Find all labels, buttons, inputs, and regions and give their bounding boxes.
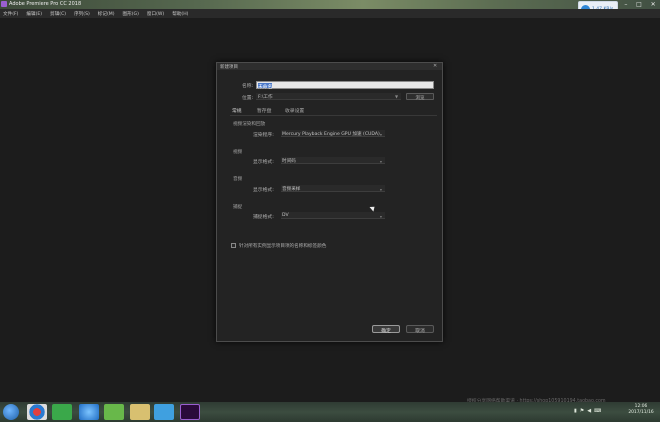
chevron-down-icon: ▾ <box>380 186 382 192</box>
renderer-dropdown[interactable]: Mercury Playback Engine GPU 加速 (CUDA) ▾ <box>281 130 385 137</box>
system-clock[interactable]: 12:06 2017/11/16 <box>626 404 656 416</box>
start-button-icon[interactable] <box>3 404 19 420</box>
minimize-button[interactable]: – <box>624 0 627 9</box>
volume-icon[interactable]: ◀ <box>587 408 591 414</box>
dialog-title: 新建项目 <box>220 65 238 70</box>
chevron-down-icon: ▾ <box>380 158 382 164</box>
location-label: 位置: <box>242 96 254 101</box>
menu-clip[interactable]: 剪辑(C) <box>50 11 66 17</box>
flag-icon[interactable]: ⚑ <box>580 408 584 414</box>
taskbar <box>0 402 660 422</box>
green-app-icon[interactable] <box>52 404 72 420</box>
capture-section-title: 捕捉 <box>233 205 243 210</box>
tab-ingest-settings[interactable]: 收录设置 <box>285 107 304 114</box>
menu-edit[interactable]: 编辑(E) <box>26 11 42 17</box>
premiere-app-icon <box>1 1 7 7</box>
location-dropdown[interactable]: F:\工作 ▼ <box>256 93 401 100</box>
renderer-section-title: 视频渲染和回放 <box>233 122 266 127</box>
project-name-value: 未命名 <box>258 84 273 90</box>
clock-date: 2017/11/16 <box>628 410 654 415</box>
window-title: Adobe Premiere Pro CC 2018 <box>9 1 82 7</box>
input-method-icon[interactable]: ⌨ <box>594 408 601 414</box>
browse-label: 浏览 <box>415 95 425 101</box>
capture-format-dropdown[interactable]: DV ▾ <box>281 212 385 219</box>
system-tray: ▮ ⚑ ◀ ⌨ <box>574 404 624 418</box>
cloud-app-icon[interactable] <box>154 404 174 420</box>
chevron-down-icon: ▼ <box>395 94 399 99</box>
name-label: 名称: <box>242 84 254 89</box>
menu-graphics[interactable]: 图形(G) <box>123 11 139 17</box>
audio-section-title: 音频 <box>233 177 243 182</box>
show-names-checkbox-label: 针对所有实例显示项目项的名称和标签颜色 <box>239 243 327 249</box>
folder-icon[interactable] <box>130 404 150 420</box>
maximize-button[interactable]: □ <box>636 0 642 9</box>
chevron-down-icon: ▾ <box>380 213 382 219</box>
cancel-button[interactable]: 取消 <box>406 325 434 334</box>
cancel-label: 取消 <box>415 329 425 334</box>
ok-label: 确定 <box>381 329 391 334</box>
audio-display-value: 音频采样 <box>282 187 301 192</box>
location-value: F:\工作 <box>258 95 273 100</box>
video-display-label: 显示格式: <box>253 160 274 165</box>
premiere-taskbar-icon[interactable] <box>180 404 200 420</box>
chevron-down-icon: ▾ <box>380 131 382 137</box>
window-controls: – □ ✕ <box>620 0 660 9</box>
audio-display-label: 显示格式: <box>253 188 274 193</box>
capture-format-value: DV <box>282 213 289 218</box>
menu-sequence[interactable]: 序列(S) <box>74 11 90 17</box>
new-project-dialog: 新建项目 ✕ 名称: 未命名 位置: F:\工作 ▼ 浏览 常规 暂存盘 收录设… <box>216 62 443 342</box>
renderer-label: 渲染程序: <box>253 133 274 138</box>
video-section-title: 视频 <box>233 150 243 155</box>
show-names-checkbox[interactable] <box>231 243 236 248</box>
menu-help[interactable]: 帮助(H) <box>172 11 188 17</box>
media-player-icon[interactable] <box>27 404 47 420</box>
network-icon[interactable]: ▮ <box>574 408 577 414</box>
game-app-icon[interactable] <box>104 404 124 420</box>
tab-divider <box>230 115 437 116</box>
capture-format-label: 捕捉格式: <box>253 215 274 220</box>
tab-scratch-disks[interactable]: 暂存盘 <box>257 107 271 114</box>
project-name-input[interactable]: 未命名 <box>256 81 434 90</box>
browse-button[interactable]: 浏览 <box>406 93 434 101</box>
close-button[interactable]: ✕ <box>651 0 656 9</box>
renderer-value: Mercury Playback Engine GPU 加速 (CUDA) <box>282 132 380 137</box>
video-display-dropdown[interactable]: 时间码 ▾ <box>281 157 385 164</box>
ok-button[interactable]: 确定 <box>372 325 400 334</box>
browser-icon[interactable] <box>79 404 99 420</box>
menu-window[interactable]: 窗口(W) <box>147 11 164 17</box>
title-bar: Adobe Premiere Pro CC 2018 <box>0 0 660 9</box>
video-display-value: 时间码 <box>282 159 296 164</box>
dialog-title-bar[interactable]: 新建项目 ✕ <box>217 63 442 70</box>
menu-marker[interactable]: 标记(M) <box>98 11 115 17</box>
dialog-close-icon[interactable]: ✕ <box>433 63 437 69</box>
menu-file[interactable]: 文件(F) <box>3 11 18 17</box>
audio-display-dropdown[interactable]: 音频采样 ▾ <box>281 185 385 192</box>
menu-bar: 文件(F) 编辑(E) 剪辑(C) 序列(S) 标记(M) 图形(G) 窗口(W… <box>0 9 660 18</box>
